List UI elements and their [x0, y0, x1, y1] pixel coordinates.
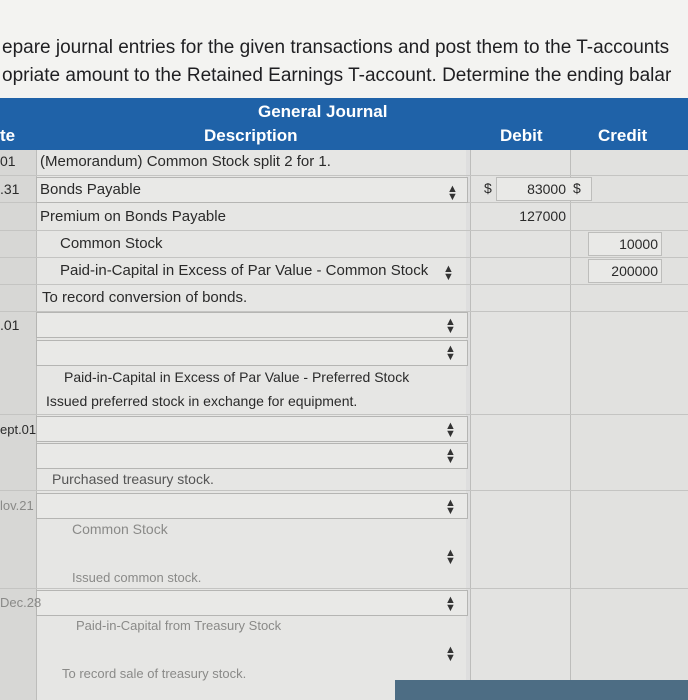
divider [0, 490, 688, 491]
debit-value: 127000 [519, 208, 566, 224]
account-select[interactable] [36, 590, 468, 616]
updown-arrows-icon[interactable]: ▼ [445, 351, 456, 363]
updown-arrows-icon[interactable]: ▼ [447, 191, 458, 203]
credit-value: 10000 [619, 236, 658, 252]
updown-arrows-icon[interactable]: ▼ [445, 602, 456, 614]
updown-arrows-icon[interactable]: ▼ [445, 505, 456, 517]
column-header-debit: Debit [500, 126, 543, 145]
divider [0, 414, 688, 415]
updown-arrows-icon[interactable]: ▼ [445, 324, 456, 336]
description-cell: To record conversion of bonds. [42, 289, 248, 306]
date-cell: .31 [0, 181, 20, 197]
description-cell: Common Stock [60, 235, 163, 252]
column-header-description: Description [204, 126, 298, 145]
account-select[interactable] [36, 493, 468, 519]
description-cell: Paid-in-Capital from Treasury Stock [76, 618, 282, 633]
date-cell: Dec.28 [0, 595, 42, 610]
divider [0, 257, 688, 258]
currency-symbol: $ [573, 180, 581, 196]
journal-table: 01 (Memorandum) Common Stock split 2 for… [0, 150, 688, 700]
description-cell: Issued preferred stock in exchange for e… [46, 393, 358, 409]
date-cell: ept.01 [0, 422, 37, 437]
instructions: epare journal entries for the given tran… [0, 0, 688, 98]
account-select[interactable] [36, 340, 468, 366]
divider [570, 150, 571, 700]
column-header-credit: Credit [598, 126, 648, 145]
instructions-line-2: opriate amount to the Retained Earnings … [2, 65, 672, 86]
updown-arrows-icon[interactable]: ▼ [445, 428, 456, 440]
credit-value: 200000 [611, 263, 658, 279]
updown-arrows-icon[interactable]: ▼ [445, 652, 456, 664]
description-cell: Common Stock [72, 521, 168, 537]
journal-header: General Journal te Description Debit Cre… [0, 98, 688, 150]
divider [0, 284, 688, 285]
date-cell: .01 [0, 317, 20, 333]
updown-arrows-icon[interactable]: ▼ [445, 454, 456, 466]
description-cell: Issued common stock. [72, 570, 202, 585]
description-cell: Paid-in-Capital in Excess of Par Value -… [60, 262, 429, 279]
description-cell: Purchased treasury stock. [52, 471, 214, 487]
description-cell: Premium on Bonds Payable [40, 208, 226, 225]
date-cell: 01 [0, 153, 16, 169]
bottom-toolbar [395, 680, 688, 700]
journal-title: General Journal [258, 102, 388, 121]
divider [0, 588, 688, 589]
description-cell: Paid-in-Capital in Excess of Par Value -… [64, 369, 410, 385]
divider [470, 150, 471, 700]
updown-arrows-icon[interactable]: ▼ [443, 271, 454, 283]
account-select[interactable] [36, 443, 468, 469]
description-cell: To record sale of treasury stock. [62, 666, 247, 681]
divider [0, 230, 688, 231]
description-cell: (Memorandum) Common Stock split 2 for 1. [40, 153, 331, 170]
currency-symbol: $ [484, 180, 492, 196]
account-select[interactable] [36, 416, 468, 442]
debit-value: 83000 [527, 181, 566, 197]
date-cell: lov.21 [0, 498, 34, 513]
divider [0, 175, 688, 176]
column-header-date: te [0, 126, 16, 145]
debit-column [470, 150, 570, 700]
updown-arrows-icon[interactable]: ▼ [445, 555, 456, 567]
instructions-line-1: epare journal entries for the given tran… [2, 37, 670, 58]
account-select[interactable] [36, 312, 468, 338]
account-select-value: Bonds Payable [40, 181, 141, 198]
